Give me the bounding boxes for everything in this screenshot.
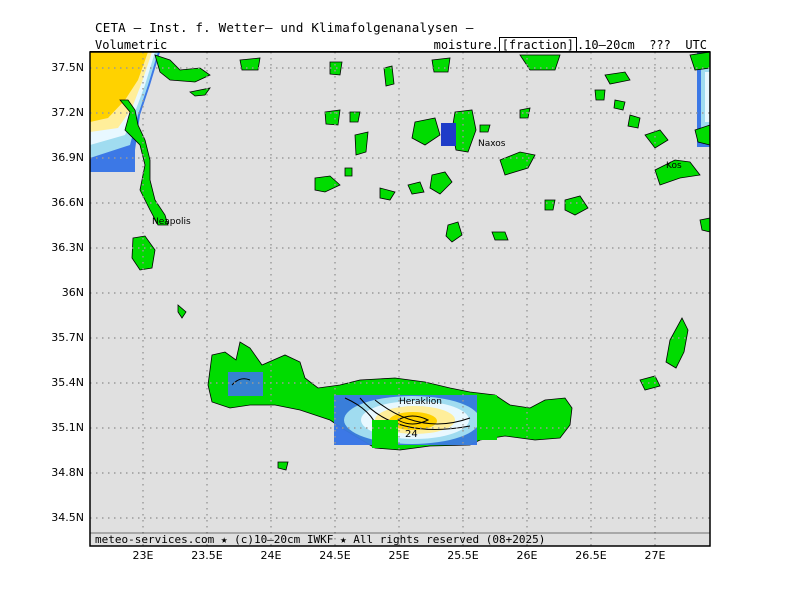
lat-label-37-2: 37.2N [51, 106, 84, 119]
lat-label-36-3: 36.3N [51, 241, 84, 254]
lon-label-23: 23E [132, 549, 154, 562]
lat-label-35-1: 35.1N [51, 421, 84, 434]
lat-label-36: 36N [61, 286, 84, 299]
copyright-footer: meteo-services.com ★ (c)10—20cm IWKF ★ A… [95, 533, 546, 546]
naxos-label: Naxos [478, 139, 506, 149]
lon-label-26-5: 26.5E [575, 549, 607, 562]
map-background [90, 52, 710, 546]
heraklion-label: Heraklion [399, 397, 442, 407]
lon-label-23-5: 23.5E [191, 549, 223, 562]
lat-label-37-5: 37.5N [51, 61, 84, 74]
lat-label-34-5: 34.5N [51, 511, 84, 524]
lon-label-27: 27E [644, 549, 666, 562]
kos-label: Kos [666, 161, 682, 171]
lon-label-24: 24E [260, 549, 282, 562]
lon-label-25: 25E [388, 549, 410, 562]
map-container: Naxos Kos Neapolis Heraklion 24 [0, 0, 800, 600]
lon-label-26: 26E [516, 549, 538, 562]
moisture-map: Naxos Kos Neapolis Heraklion 24 [89, 51, 711, 547]
neapolis-label: Neapolis [152, 217, 191, 227]
contour-value-label: 24 [405, 429, 418, 440]
lat-label-35-4: 35.4N [51, 376, 84, 389]
lat-label-34-8: 34.8N [51, 466, 84, 479]
lon-label-25-5: 25.5E [447, 549, 479, 562]
lat-label-35-7: 35.7N [51, 331, 84, 344]
lat-label-36-6: 36.6N [51, 196, 84, 209]
lon-label-24-5: 24.5E [319, 549, 351, 562]
lat-label-36-9: 36.9N [51, 151, 84, 164]
